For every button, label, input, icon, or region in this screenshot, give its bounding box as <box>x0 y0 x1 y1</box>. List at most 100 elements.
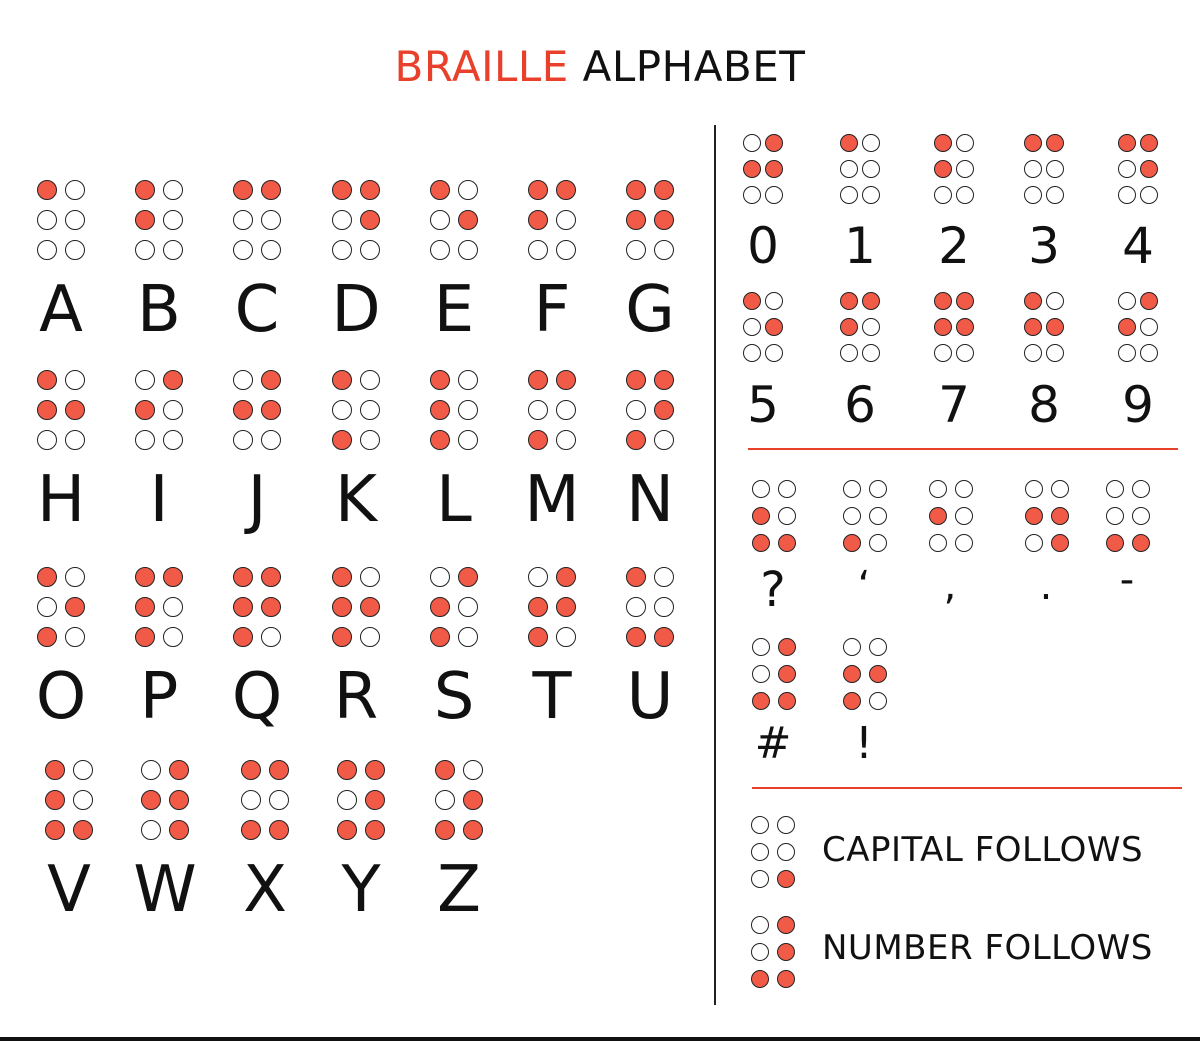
number-4-dot-3 <box>1118 186 1136 204</box>
letter-t-dot-6 <box>556 627 576 647</box>
punct-hyphen-dot-2 <box>1106 507 1124 525</box>
letter-y-dot-4 <box>365 760 385 780</box>
letter-n-dot-4 <box>654 370 674 390</box>
letter-o-dot-2 <box>37 597 57 617</box>
letter-v-dot-2 <box>45 790 65 810</box>
punct-exclamation-label: ! <box>855 718 873 769</box>
punct-hyphen-dot-3 <box>1106 534 1124 552</box>
number-7-dot-3 <box>934 344 952 362</box>
letter-v-label: V <box>47 853 91 927</box>
punct-period-dot-2 <box>1025 507 1043 525</box>
punct-apostrophe-label: ‘ <box>857 563 871 609</box>
letter-d-dot-1 <box>332 180 352 200</box>
letter-l-dot-1 <box>430 370 450 390</box>
punct-comma-dot-2 <box>929 507 947 525</box>
number-9-dot-6 <box>1140 344 1158 362</box>
letter-c-dot-4 <box>261 180 281 200</box>
punct-apostrophe-dot-2 <box>843 507 861 525</box>
letter-p-dot-4 <box>163 567 183 587</box>
title-accent: BRAILLE <box>394 42 569 91</box>
number-5-dot-4 <box>765 292 783 310</box>
letter-q-label: Q <box>231 660 283 734</box>
punct-apostrophe-dot-1 <box>843 480 861 498</box>
number-0-dot-2 <box>743 160 761 178</box>
number-2-dot-4 <box>956 134 974 152</box>
letter-p-label: P <box>139 660 179 734</box>
letter-u-label: U <box>626 660 674 734</box>
letter-n-dot-1 <box>626 370 646 390</box>
letter-k-dot-6 <box>360 430 380 450</box>
letter-d-dot-5 <box>360 210 380 230</box>
number-2-dot-1 <box>934 134 952 152</box>
letter-o-dot-6 <box>65 627 85 647</box>
number-0-dot-5 <box>765 160 783 178</box>
legend-capital-follows-label: CAPITAL FOLLOWS <box>822 830 1144 870</box>
letter-b-dot-4 <box>163 180 183 200</box>
title-rest: ALPHABET <box>582 42 806 91</box>
number-8-dot-6 <box>1046 344 1064 362</box>
letter-c-dot-1 <box>233 180 253 200</box>
letter-q-dot-6 <box>261 627 281 647</box>
letter-s-dot-1 <box>430 567 450 587</box>
letter-h-dot-1 <box>37 370 57 390</box>
punct-comma-label: , <box>943 563 957 609</box>
letter-y-dot-6 <box>365 820 385 840</box>
letter-f-dot-2 <box>528 210 548 230</box>
legend-capital-follows-dot-2 <box>751 843 769 861</box>
punct-number-sign-dot-1 <box>752 638 770 656</box>
letter-s-dot-5 <box>458 597 478 617</box>
number-1-dot-6 <box>862 186 880 204</box>
punct-exclamation-dot-4 <box>869 638 887 656</box>
letter-w-dot-3 <box>141 820 161 840</box>
number-2-dot-3 <box>934 186 952 204</box>
letter-v-dot-5 <box>73 790 93 810</box>
number-3-dot-3 <box>1024 186 1042 204</box>
punct-apostrophe-dot-4 <box>869 480 887 498</box>
letter-z-dot-5 <box>463 790 483 810</box>
punct-hyphen-dot-6 <box>1132 534 1150 552</box>
legend-number-follows-dot-4 <box>777 916 795 934</box>
letter-j-dot-2 <box>233 400 253 420</box>
punct-period-dot-5 <box>1051 507 1069 525</box>
letter-b-label: B <box>137 273 181 347</box>
letter-m-dot-2 <box>528 400 548 420</box>
punct-exclamation-dot-6 <box>869 692 887 710</box>
number-0-label: 0 <box>747 217 779 275</box>
number-6-dot-1 <box>840 292 858 310</box>
letter-w-dot-2 <box>141 790 161 810</box>
punct-period-dot-3 <box>1025 534 1043 552</box>
number-0-dot-1 <box>743 134 761 152</box>
number-6-dot-3 <box>840 344 858 362</box>
letter-o-dot-1 <box>37 567 57 587</box>
number-4-dot-5 <box>1140 160 1158 178</box>
letter-p-dot-3 <box>135 627 155 647</box>
letter-z-dot-2 <box>435 790 455 810</box>
letter-u-dot-1 <box>626 567 646 587</box>
letter-p-dot-2 <box>135 597 155 617</box>
letter-v-dot-3 <box>45 820 65 840</box>
letter-b-dot-1 <box>135 180 155 200</box>
letter-i-dot-3 <box>135 430 155 450</box>
letter-h-dot-6 <box>65 430 85 450</box>
letter-d-dot-3 <box>332 240 352 260</box>
letter-s-dot-4 <box>458 567 478 587</box>
letter-p-dot-1 <box>135 567 155 587</box>
number-5-dot-3 <box>743 344 761 362</box>
letter-u-dot-4 <box>654 567 674 587</box>
punct-hyphen-label: - <box>1119 557 1135 603</box>
number-9-dot-5 <box>1140 318 1158 336</box>
letter-d-label: D <box>331 273 381 347</box>
legend-capital-follows-dot-5 <box>777 843 795 861</box>
punct-number-sign-label: # <box>754 718 792 769</box>
number-5-label: 5 <box>747 376 779 434</box>
number-4-dot-2 <box>1118 160 1136 178</box>
letter-k-dot-4 <box>360 370 380 390</box>
letter-p-dot-5 <box>163 597 183 617</box>
number-7-dot-1 <box>934 292 952 310</box>
letter-j-dot-6 <box>261 430 281 450</box>
legend-capital-follows-dot-1 <box>751 816 769 834</box>
letter-t-dot-2 <box>528 597 548 617</box>
letter-c-dot-2 <box>233 210 253 230</box>
punct-apostrophe-dot-5 <box>869 507 887 525</box>
punct-question-dot-6 <box>778 534 796 552</box>
